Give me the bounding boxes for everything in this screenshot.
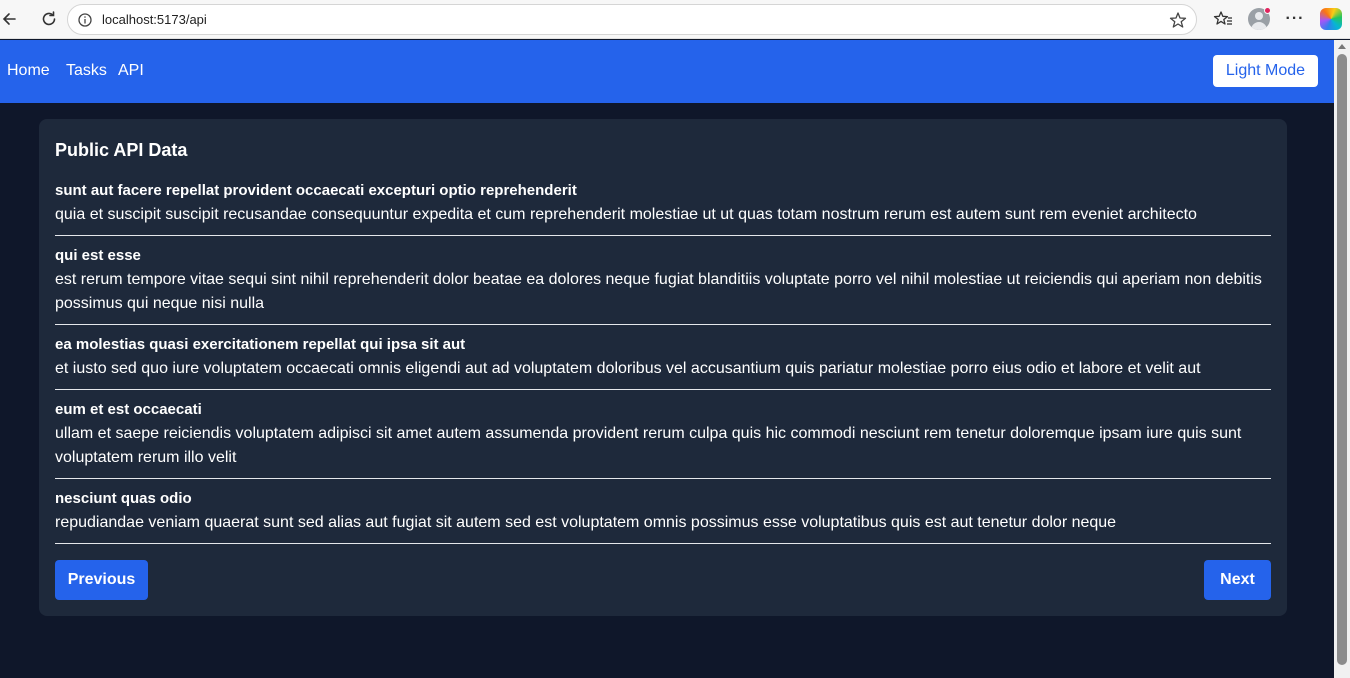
post-title: nesciunt quas odio	[55, 490, 192, 507]
info-icon[interactable]	[77, 12, 93, 28]
profile-avatar-icon[interactable]	[1246, 6, 1272, 32]
post-item: nesciunt quas odio repudiandae veniam qu…	[55, 487, 1271, 544]
nav-link-home[interactable]: Home	[7, 62, 50, 80]
card-title: Public API Data	[55, 140, 188, 160]
post-body: ullam et saepe reiciendis voluptatem adi…	[55, 425, 1242, 466]
browser-toolbar: localhost:5173/api ···	[0, 0, 1350, 39]
address-bar[interactable]: localhost:5173/api	[67, 4, 1197, 35]
nav-link-tasks[interactable]: Tasks	[66, 62, 107, 80]
api-data-card: Public API Data sunt aut facere repellat…	[39, 119, 1287, 616]
post-body: est rerum tempore vitae sequi sint nihil…	[55, 271, 1262, 312]
post-title: ea molestias quasi exercitationem repell…	[55, 336, 466, 353]
post-title: eum et est occaecati	[55, 401, 202, 418]
url-text[interactable]: localhost:5173/api	[102, 12, 207, 27]
scrollbar-thumb[interactable]	[1337, 54, 1347, 665]
more-icon[interactable]: ···	[1282, 6, 1308, 32]
post-item: sunt aut facere repellat provident occae…	[55, 179, 1271, 236]
reload-icon[interactable]	[36, 6, 62, 32]
star-icon[interactable]	[1169, 11, 1187, 34]
post-item: ea molestias quasi exercitationem repell…	[55, 333, 1271, 390]
next-button[interactable]: Next	[1204, 560, 1271, 600]
app-navbar: Home Tasks API Light Mode	[0, 40, 1334, 103]
post-title: sunt aut facere repellat provident occae…	[55, 182, 577, 199]
back-arrow-icon[interactable]	[0, 6, 20, 32]
scrollbar[interactable]	[1334, 40, 1350, 678]
previous-button[interactable]: Previous	[55, 560, 148, 600]
post-body: repudiandae veniam quaerat sunt sed alia…	[55, 514, 1117, 531]
post-item: eum et est occaecati ullam et saepe reic…	[55, 398, 1271, 479]
post-title: qui est esse	[55, 247, 141, 264]
favorites-icon[interactable]	[1210, 6, 1236, 32]
nav-link-api[interactable]: API	[118, 62, 144, 80]
post-item: qui est esse est rerum tempore vitae seq…	[55, 244, 1271, 325]
post-body: et iusto sed quo iure voluptatem occaeca…	[55, 360, 1201, 377]
copilot-icon[interactable]	[1318, 6, 1344, 32]
light-mode-button[interactable]: Light Mode	[1213, 55, 1318, 87]
scroll-up-arrow-icon[interactable]	[1338, 44, 1346, 49]
post-body: quia et suscipit suscipit recusandae con…	[55, 206, 1197, 223]
